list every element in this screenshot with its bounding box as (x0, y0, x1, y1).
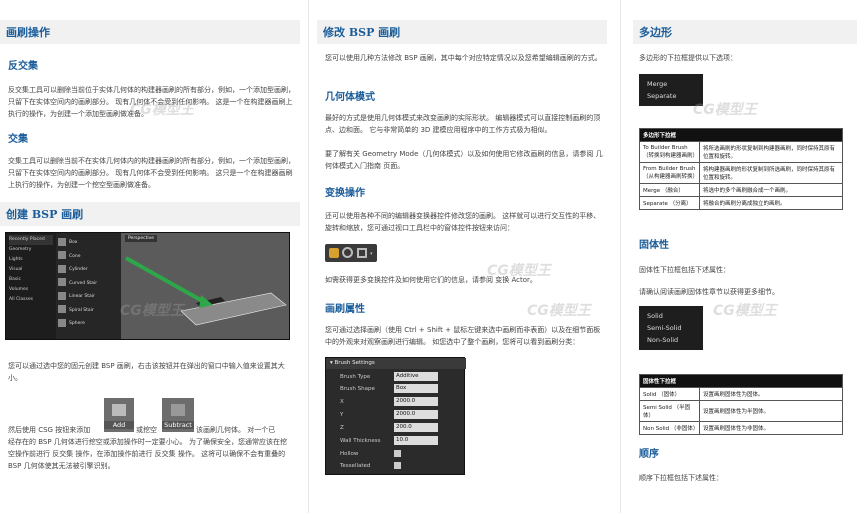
table-row: Non Solid （非固体） 设置画刷固体性为非固体。 (639, 421, 843, 435)
section-header-polygon: 多边形 (633, 20, 857, 44)
inverse-text: 反交集工具可以删除当前位于实体几何体的构建器画刷的所有部分，例如，一个添加型画刷… (8, 86, 295, 118)
brush-z-field[interactable]: 200.0 (394, 423, 438, 432)
menu-separate[interactable]: Separate (647, 90, 695, 102)
menu-basic[interactable]: Basic (9, 275, 53, 285)
brush-settings-panel: ▾ Brush Settings Brush Type Additive Bru… (325, 357, 466, 475)
column-middle: 修改 BSP 画刷 您可以使用几种方法修改 BSP 画刷，其中每个对应特定情况以… (317, 0, 607, 513)
brush-x-field[interactable]: 2000.0 (394, 397, 438, 406)
solidity-title: 固体性 (639, 240, 669, 251)
editor-screenshot: Recently Placed Geometry Lights Visual B… (5, 232, 290, 340)
menu-visual[interactable]: Visual (9, 265, 53, 275)
transform-text: 还可以使用各种不同的编辑器变换器控件修改您的画刷。 这样就可以进行交互性的平移、… (325, 212, 601, 232)
table-row: To Builder Brush （转换到构建器画刷） 将所选画刷的形状复制到构… (639, 141, 843, 163)
brush-y-field[interactable]: 2000.0 (394, 410, 438, 419)
brush-z-row: Z 200.0 (326, 422, 466, 434)
table-row: Merge （融合） 将选中的多个画刷融合成一个画刷。 (639, 183, 843, 197)
menu-geometry[interactable]: Geometry (9, 245, 53, 255)
watermark: CG模型王 (713, 303, 777, 319)
solidity-text-2: 请确认阅读画刷固体性章节以获得更多细节。 (639, 288, 779, 296)
solidity-table-header: 固体性下拉框 (639, 374, 843, 388)
polygon-table-header: 多边形下拉框 (639, 128, 843, 142)
subtract-cube-icon (171, 404, 185, 416)
polygon-table: 多边形下拉框 To Builder Brush （转换到构建器画刷） 将所选画刷… (639, 128, 843, 210)
geometry-item-cylinder[interactable]: Cylinder (58, 263, 119, 277)
subtract-button[interactable]: Subtract (162, 398, 194, 432)
hollow-checkbox[interactable] (394, 450, 401, 457)
tessellated-checkbox[interactable] (394, 462, 401, 469)
add-cube-icon (112, 404, 126, 416)
column-divider (308, 0, 309, 513)
table-row: Solid （固体） 设置画刷固体性为固体。 (639, 387, 843, 401)
create-text-1: 您可以通过选中您的固元创建 BSP 画刷，右击该按钮并在弹出的窗口中输入值来设置… (8, 362, 285, 382)
wall-thickness-row: Wall Thickness 10.0 (326, 435, 466, 447)
create-text-2b: 或挖空 (136, 426, 157, 434)
table-row: From Builder Brush （从构建器画刷转换） 将构建器画刷的形状复… (639, 162, 843, 184)
inverse-title: 反交集 (8, 61, 38, 72)
brush-props-text: 您可通过选择画刷（使用 Ctrl + Shift + 鼠标左键来选中画刷而非表面… (325, 326, 601, 346)
brush-type-row: Brush Type Additive (326, 371, 466, 383)
menu-lights[interactable]: Lights (9, 255, 53, 265)
brush-y-row: Y 2000.0 (326, 409, 466, 421)
create-text-2a: 然后使用 CSG 按钮来添加 (8, 426, 91, 434)
menu-recently-placed[interactable]: Recently Placed (9, 235, 53, 245)
table-row: Semi Solid （半固体） 设置画刷固体性为半固体。 (639, 400, 843, 422)
geometry-item-box[interactable]: Box (58, 236, 119, 250)
order-text: 顺序下拉框包括下述属性： (639, 474, 723, 482)
transform-text-2: 如需获得更多变换控件及如何使用它们的信息，请参阅 变换 Actor。 (325, 276, 537, 284)
brush-type-select[interactable]: Additive (394, 372, 438, 381)
polygon-text: 多边形的下拉框提供以下选项： (639, 54, 737, 62)
editor-class-menu: Recently Placed Geometry Lights Visual B… (6, 233, 56, 339)
hollow-row: Hollow (326, 448, 466, 460)
solidity-dropdown: Solid Semi-Solid Non-Solid (639, 306, 703, 350)
editor-viewport[interactable]: Perspective (121, 233, 289, 339)
column-right: 多边形 多边形的下拉框提供以下选项： Merge Separate 多边形下拉框… (633, 0, 857, 513)
transform-title: 变换操作 (325, 188, 365, 199)
brush-shape-row: Brush Shape Box (326, 383, 466, 395)
create-text-3: 经存在的 BSP 几何体进行挖空或添加操作时一定要小心。 为了确保安全，您通常应… (8, 438, 288, 470)
transform-toolbar: ▾ (325, 244, 377, 262)
section-header-brush-ops: 画刷操作 (0, 20, 300, 44)
watermark: CG模型王 (527, 303, 591, 319)
editor-geometry-list: Box Cone Cylinder Curved Stair Linear St… (56, 233, 121, 339)
tessellated-row: Tessellated (326, 460, 466, 472)
menu-all-classes[interactable]: All Classes (9, 295, 53, 305)
geometry-item-curved-stair[interactable]: Curved Stair (58, 277, 119, 291)
table-row: Separate （分离） 将融合的画刷分离成独立的画刷。 (639, 196, 843, 210)
polygon-dropdown: Merge Separate (639, 74, 703, 106)
viewport-scene (125, 256, 287, 326)
rotate-icon[interactable] (342, 247, 353, 258)
solidity-text: 固体性下拉框包括下述属性： (639, 266, 730, 274)
geometry-item-cone[interactable]: Cone (58, 250, 119, 264)
add-button[interactable]: Add (104, 398, 134, 432)
section-header-create-bsp: 创建 BSP 画刷 (0, 202, 300, 226)
menu-merge[interactable]: Merge (647, 78, 695, 90)
section-header-modify-bsp: 修改 BSP 画刷 (317, 20, 607, 44)
brush-x-row: X 2000.0 (326, 396, 466, 408)
brush-props-title: 画刷属性 (325, 304, 365, 315)
geometry-item-spiral-stair[interactable]: Spiral Stair (58, 304, 119, 318)
translate-icon[interactable] (329, 248, 339, 258)
geometry-mode-title: 几何体模式 (325, 92, 375, 103)
modify-intro: 您可以使用几种方法修改 BSP 画刷，其中每个对应特定情况以及您希望编辑画刷的方… (325, 54, 602, 62)
order-title: 顺序 (639, 449, 659, 460)
menu-semi-solid[interactable]: Semi-Solid (647, 322, 695, 334)
menu-non-solid[interactable]: Non-Solid (647, 334, 695, 346)
wall-thickness-field[interactable]: 10.0 (394, 436, 438, 445)
chevron-down-icon[interactable]: ▾ (370, 251, 373, 257)
geometry-mode-text-2: 要了解有关 Geometry Mode（几何体模式）以及如何使用它修改画刷的信息… (325, 150, 603, 170)
intersect-title: 交集 (8, 134, 28, 145)
brush-settings-header[interactable]: ▾ Brush Settings (326, 358, 466, 369)
geometry-mode-text: 最好的方式是使用几何体模式来改变画刷的实际形状。 编辑器模式可以直接控制画刷的顶… (325, 114, 601, 134)
menu-solid[interactable]: Solid (647, 310, 695, 322)
create-text-2c: 该画刷几何体。 对一个已 (196, 426, 276, 434)
scale-icon[interactable] (357, 248, 367, 258)
geometry-item-sphere[interactable]: Sphere (58, 317, 119, 331)
brush-shape-select[interactable]: Box (394, 384, 438, 393)
column-divider (620, 0, 621, 513)
geometry-item-linear-stair[interactable]: Linear Stair (58, 290, 119, 304)
column-left: 画刷操作 反交集 反交集工具可以删除当前位于实体几何体的构建器画刷的所有部分，例… (0, 0, 300, 513)
solidity-table: 固体性下拉框 Solid （固体） 设置画刷固体性为固体。 Semi Solid… (639, 374, 843, 435)
menu-volumes[interactable]: Volumes (9, 285, 53, 295)
intersect-text: 交集工具可以删除当前不在实体几何体内的构建器画刷的所有部分，例如，一个添加型画刷… (8, 157, 295, 189)
